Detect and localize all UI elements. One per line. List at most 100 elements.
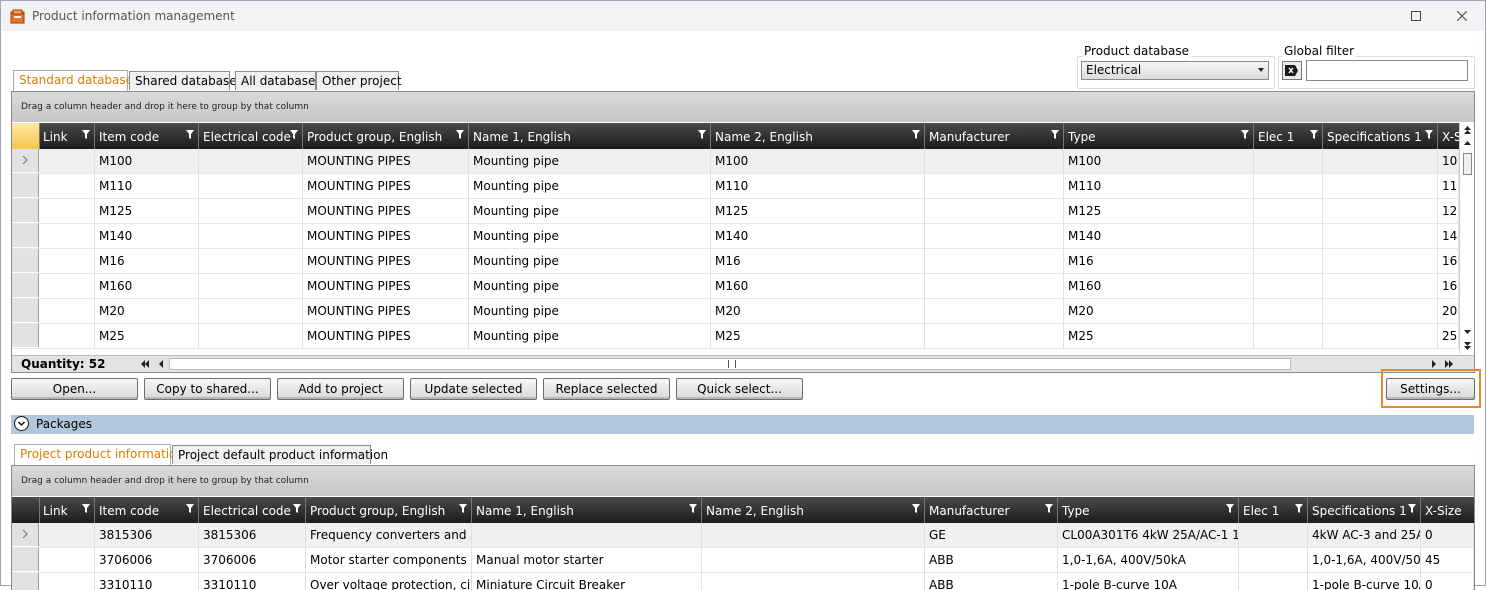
table-cell[interactable]: M110	[1064, 174, 1254, 198]
filter-icon[interactable]	[1051, 130, 1059, 139]
table-cell[interactable]: M110	[711, 174, 925, 198]
horizontal-scroll-thumb[interactable]	[728, 360, 736, 368]
filter-icon[interactable]	[1045, 504, 1053, 513]
table-row[interactable]: M100 MOUNTING PIPES Mounting pipe M100 M100 1…	[12, 149, 1459, 174]
scroll-left-icon[interactable]	[157, 359, 165, 369]
table-cell[interactable]: M125	[1064, 199, 1254, 223]
table-cell[interactable]	[925, 274, 1064, 298]
table-cell[interactable]: 3815306	[199, 523, 306, 547]
table-cell[interactable]	[1239, 548, 1308, 572]
table-cell[interactable]: M16	[1064, 249, 1254, 273]
scroll-down-icon[interactable]	[1460, 327, 1475, 337]
table-cell[interactable]	[925, 224, 1064, 248]
table-cell[interactable]: Mounting pipe	[469, 174, 711, 198]
column-header-elec-1[interactable]: Elec 1	[1254, 123, 1323, 149]
tab-other-project[interactable]: Other project	[316, 71, 402, 90]
filter-icon[interactable]	[1310, 130, 1318, 139]
table-cell[interactable]	[925, 149, 1064, 173]
filter-icon[interactable]	[1226, 504, 1234, 513]
filter-icon[interactable]	[459, 504, 467, 513]
open-button[interactable]: Open...	[11, 378, 138, 400]
table-cell[interactable]	[1254, 224, 1323, 248]
table-cell[interactable]: 3310110	[199, 573, 306, 590]
table-cell[interactable]: MOUNTING PIPES	[303, 324, 469, 348]
table-cell[interactable]	[925, 199, 1064, 223]
tab-shared-databases[interactable]: Shared databases	[129, 71, 243, 90]
tab-all-databases[interactable]: All databases	[235, 71, 322, 90]
table-cell[interactable]	[199, 299, 303, 323]
table-cell[interactable]: MOUNTING PIPES	[303, 199, 469, 223]
table-cell[interactable]	[199, 149, 303, 173]
product-database-select[interactable]: Electrical	[1081, 61, 1269, 80]
scroll-last-icon[interactable]	[1444, 359, 1454, 369]
table-cell[interactable]	[1254, 149, 1323, 173]
table-cell[interactable]	[39, 224, 95, 248]
table-cell[interactable]: Mounting pipe	[469, 324, 711, 348]
table-cell[interactable]	[199, 174, 303, 198]
table-cell[interactable]: MOUNTING PIPES	[303, 274, 469, 298]
table-cell[interactable]: Mounting pipe	[469, 249, 711, 273]
filter-icon[interactable]	[82, 130, 90, 139]
table-cell[interactable]	[39, 573, 95, 590]
column-header-specifications-1[interactable]: Specifications 1	[1308, 497, 1421, 523]
table-cell[interactable]	[925, 174, 1064, 198]
tab-project-product-information[interactable]: Project product information	[14, 444, 184, 465]
scroll-thumb[interactable]	[1463, 153, 1472, 175]
row-header[interactable]	[12, 174, 39, 198]
table-cell[interactable]: M125	[95, 199, 199, 223]
table-cell[interactable]: M16	[95, 249, 199, 273]
column-header-elec-1[interactable]: Elec 1	[1239, 497, 1308, 523]
row-header[interactable]	[12, 274, 39, 298]
filter-icon[interactable]	[698, 130, 706, 139]
table-cell[interactable]: 25	[1438, 324, 1459, 348]
column-header-link[interactable]: Link	[39, 123, 95, 149]
maximize-button[interactable]	[1393, 1, 1439, 31]
table-cell[interactable]	[1239, 573, 1308, 590]
column-header-type[interactable]: Type	[1058, 497, 1239, 523]
table-cell[interactable]	[925, 324, 1064, 348]
table-row[interactable]: 3310110 3310110 Over voltage protection, c…	[12, 573, 1474, 590]
table-cell[interactable]: M25	[711, 324, 925, 348]
column-header-name-2[interactable]: Name 2, English	[711, 123, 925, 149]
table-cell[interactable]: M25	[95, 324, 199, 348]
row-header[interactable]	[12, 324, 39, 348]
table-cell[interactable]: M110	[95, 174, 199, 198]
table-cell[interactable]: M20	[711, 299, 925, 323]
column-header-manufacturer[interactable]: Manufacturer	[925, 497, 1058, 523]
filter-icon[interactable]	[1408, 504, 1416, 513]
table-cell[interactable]: 10	[1438, 149, 1459, 173]
table-cell[interactable]	[1323, 274, 1438, 298]
table-cell[interactable]	[1254, 249, 1323, 273]
table-cell[interactable]: Mounting pipe	[469, 274, 711, 298]
table-row[interactable]: M16 MOUNTING PIPES Mounting pipe M16 M16 16	[12, 249, 1459, 274]
table-cell[interactable]: MOUNTING PIPES	[303, 149, 469, 173]
column-header-name-2[interactable]: Name 2, English	[702, 497, 925, 523]
table-cell[interactable]	[199, 224, 303, 248]
table-row[interactable]: 3706006 3706006 Motor starter components Ma…	[12, 548, 1474, 573]
table-cell[interactable]: M16	[711, 249, 925, 273]
table-cell[interactable]: MOUNTING PIPES	[303, 174, 469, 198]
copy-to-shared-button[interactable]: Copy to shared...	[144, 378, 271, 400]
column-header-electrical-code[interactable]: Electrical code	[199, 123, 303, 149]
table-cell[interactable]	[1323, 174, 1438, 198]
replace-selected-button[interactable]: Replace selected	[543, 378, 670, 400]
table-cell[interactable]: Mounting pipe	[469, 149, 711, 173]
table-row[interactable]: M125 MOUNTING PIPES Mounting pipe M125 M125 1…	[12, 199, 1459, 224]
filter-icon[interactable]	[1241, 130, 1249, 139]
table-cell[interactable]	[702, 573, 925, 590]
table-cell[interactable]	[1323, 324, 1438, 348]
filter-icon[interactable]	[1425, 130, 1433, 139]
table-cell[interactable]: 4kW AC-3 and 25A	[1308, 523, 1421, 547]
table-cell[interactable]	[1323, 199, 1438, 223]
table-cell[interactable]: Mounting pipe	[469, 224, 711, 248]
table-cell[interactable]: 1,0-1,6A, 400V/50kA	[1058, 548, 1239, 572]
table-row[interactable]: M110 MOUNTING PIPES Mounting pipe M110 M110 1…	[12, 174, 1459, 199]
table-cell[interactable]	[39, 249, 95, 273]
table-cell[interactable]	[39, 199, 95, 223]
table-cell[interactable]	[702, 548, 925, 572]
table-cell[interactable]: M100	[711, 149, 925, 173]
table-cell[interactable]	[1254, 324, 1323, 348]
table-cell[interactable]: M160	[95, 274, 199, 298]
table-cell[interactable]: M160	[711, 274, 925, 298]
table-cell[interactable]: 11	[1438, 174, 1459, 198]
